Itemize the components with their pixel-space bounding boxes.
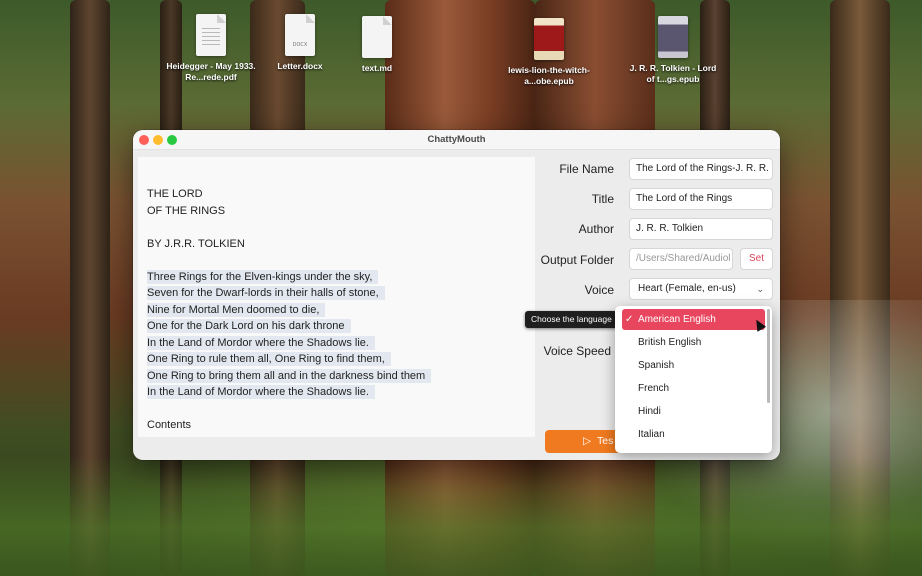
desktop-icon-label: text.md (361, 63, 393, 73)
text-line: One Ring to rule them all, One Ring to f… (147, 351, 526, 368)
language-dropdown-menu: ✓ American English British English Spanish F… (615, 306, 772, 453)
text-line-content: In the Land of Mordor where the Shadows … (147, 385, 375, 399)
text-line-content: One Ring to rule them all, One Ring to f… (147, 352, 391, 366)
text-line (147, 252, 526, 269)
text-line-content: Contents (147, 419, 192, 431)
text-line: Nine for Mortal Men doomed to die, (147, 302, 526, 319)
text-line-content: In the Land of Mordor where the Shadows … (147, 335, 375, 350)
book-cover-icon (534, 18, 564, 60)
output-folder-label: Output Folder (540, 253, 614, 267)
voice-label: Voice (584, 283, 614, 297)
desktop-icon-label: J. R. R. Tolkien - Lord of t...gs.epub (629, 63, 717, 84)
language-option[interactable]: Italian (622, 424, 765, 445)
language-option-label: French (638, 383, 670, 394)
desktop-icon-label: lewis-lion-the-witch-a...obe.epub (508, 65, 590, 86)
menu-scrollbar[interactable] (767, 309, 770, 403)
window-title: ChattyMouth (427, 134, 486, 145)
zoom-button[interactable] (167, 135, 177, 145)
test-button-label: Tes (597, 435, 614, 447)
text-line: Seven for the Dwarf-lords in their halls… (147, 285, 526, 302)
text-line-content: THE LORD (147, 188, 203, 200)
minimize-button[interactable] (153, 135, 163, 145)
language-option-label: Spanish (638, 360, 675, 371)
voice-select[interactable]: Heart (Female, en-us) ⌄ (629, 278, 773, 300)
title-bar[interactable]: ChattyMouth (133, 130, 780, 150)
language-option[interactable]: British English (622, 332, 765, 353)
checkmark-icon: ✓ (625, 314, 634, 325)
text-line: Three Rings for the Elven-kings under th… (147, 269, 526, 286)
language-option-label: American English (638, 314, 716, 325)
desktop-icon-tolkien-epub[interactable]: J. R. R. Tolkien - Lord of t...gs.epub (625, 16, 721, 85)
file-name-field[interactable]: The Lord of the Rings-J. R. R. (629, 158, 773, 180)
text-line: In the Land of Mordor where the Shadows … (147, 335, 526, 352)
language-option-label: Hindi (638, 406, 661, 417)
text-line-content: Nine for Mortal Men doomed to die, (147, 302, 326, 317)
title-label: Title (591, 192, 614, 206)
test-voice-button[interactable]: ▷ Tes (545, 430, 625, 453)
text-line: One Ring to bring them all and in the da… (147, 368, 526, 385)
text-line: Contents (147, 417, 526, 434)
language-tooltip: Choose the language (525, 311, 618, 328)
desktop-icon-text-md[interactable]: text.md (329, 16, 425, 74)
voice-speed-label: Voice Speed (543, 344, 611, 358)
play-icon: ▷ (583, 435, 592, 447)
docx-file-icon: DOCX (285, 14, 315, 56)
text-line-content: Three Rings for the Elven-kings under th… (147, 269, 379, 284)
text-line-content: OF THE RINGS (147, 204, 226, 217)
desktop-icon-heidegger-pdf[interactable]: Heidegger - May 1933. Re...rede.pdf (163, 14, 259, 83)
language-option[interactable]: ✓ American English (622, 309, 765, 330)
close-button[interactable] (139, 135, 149, 145)
text-line (147, 219, 526, 236)
text-line-content: Seven for the Dwarf-lords in their halls… (147, 286, 385, 300)
text-line: OF THE RINGS (147, 203, 526, 220)
blank-file-icon (362, 16, 392, 58)
author-label: Author (578, 222, 614, 236)
title-field[interactable]: The Lord of the Rings (629, 188, 773, 210)
set-folder-button[interactable]: Set (740, 248, 773, 270)
language-option-label: Italian (638, 429, 665, 440)
desktop-icon-label: Heidegger - May 1933. Re...rede.pdf (166, 61, 256, 82)
book-text-view[interactable]: THE LORD OF THE RINGS BY J.R.R. TOLKIEN Thr… (138, 157, 535, 437)
desktop-icon-lewis-epub[interactable]: lewis-lion-the-witch-a...obe.epub (501, 18, 597, 87)
text-line-content: One for the Dark Lord on his dark throne (147, 319, 351, 333)
language-option[interactable]: French (622, 378, 765, 399)
text-line-content: One Ring to bring them all and in the da… (147, 368, 432, 383)
language-option-label: British English (638, 337, 702, 348)
pdf-file-icon (196, 14, 226, 56)
text-line: THE LORD (147, 186, 526, 203)
file-name-label: File Name (559, 162, 614, 176)
voice-select-value: Heart (Female, en-us) (638, 283, 736, 294)
author-field[interactable]: J. R. R. Tolkien (629, 218, 773, 240)
language-option[interactable]: Spanish (622, 355, 765, 376)
output-folder-field[interactable]: /Users/Shared/Audiol (629, 248, 733, 270)
background-ground (0, 456, 922, 576)
text-line (147, 401, 526, 418)
text-line: In the Land of Mordor where the Shadows … (147, 384, 526, 401)
language-option[interactable]: Hindi (622, 401, 765, 422)
chevron-down-icon: ⌄ (756, 284, 764, 294)
text-line-content: BY J.R.R. TOLKIEN (147, 237, 245, 250)
text-line: One for the Dark Lord on his dark throne (147, 318, 526, 335)
book-cover-icon (658, 16, 688, 58)
text-line: BY J.R.R. TOLKIEN (147, 236, 526, 253)
